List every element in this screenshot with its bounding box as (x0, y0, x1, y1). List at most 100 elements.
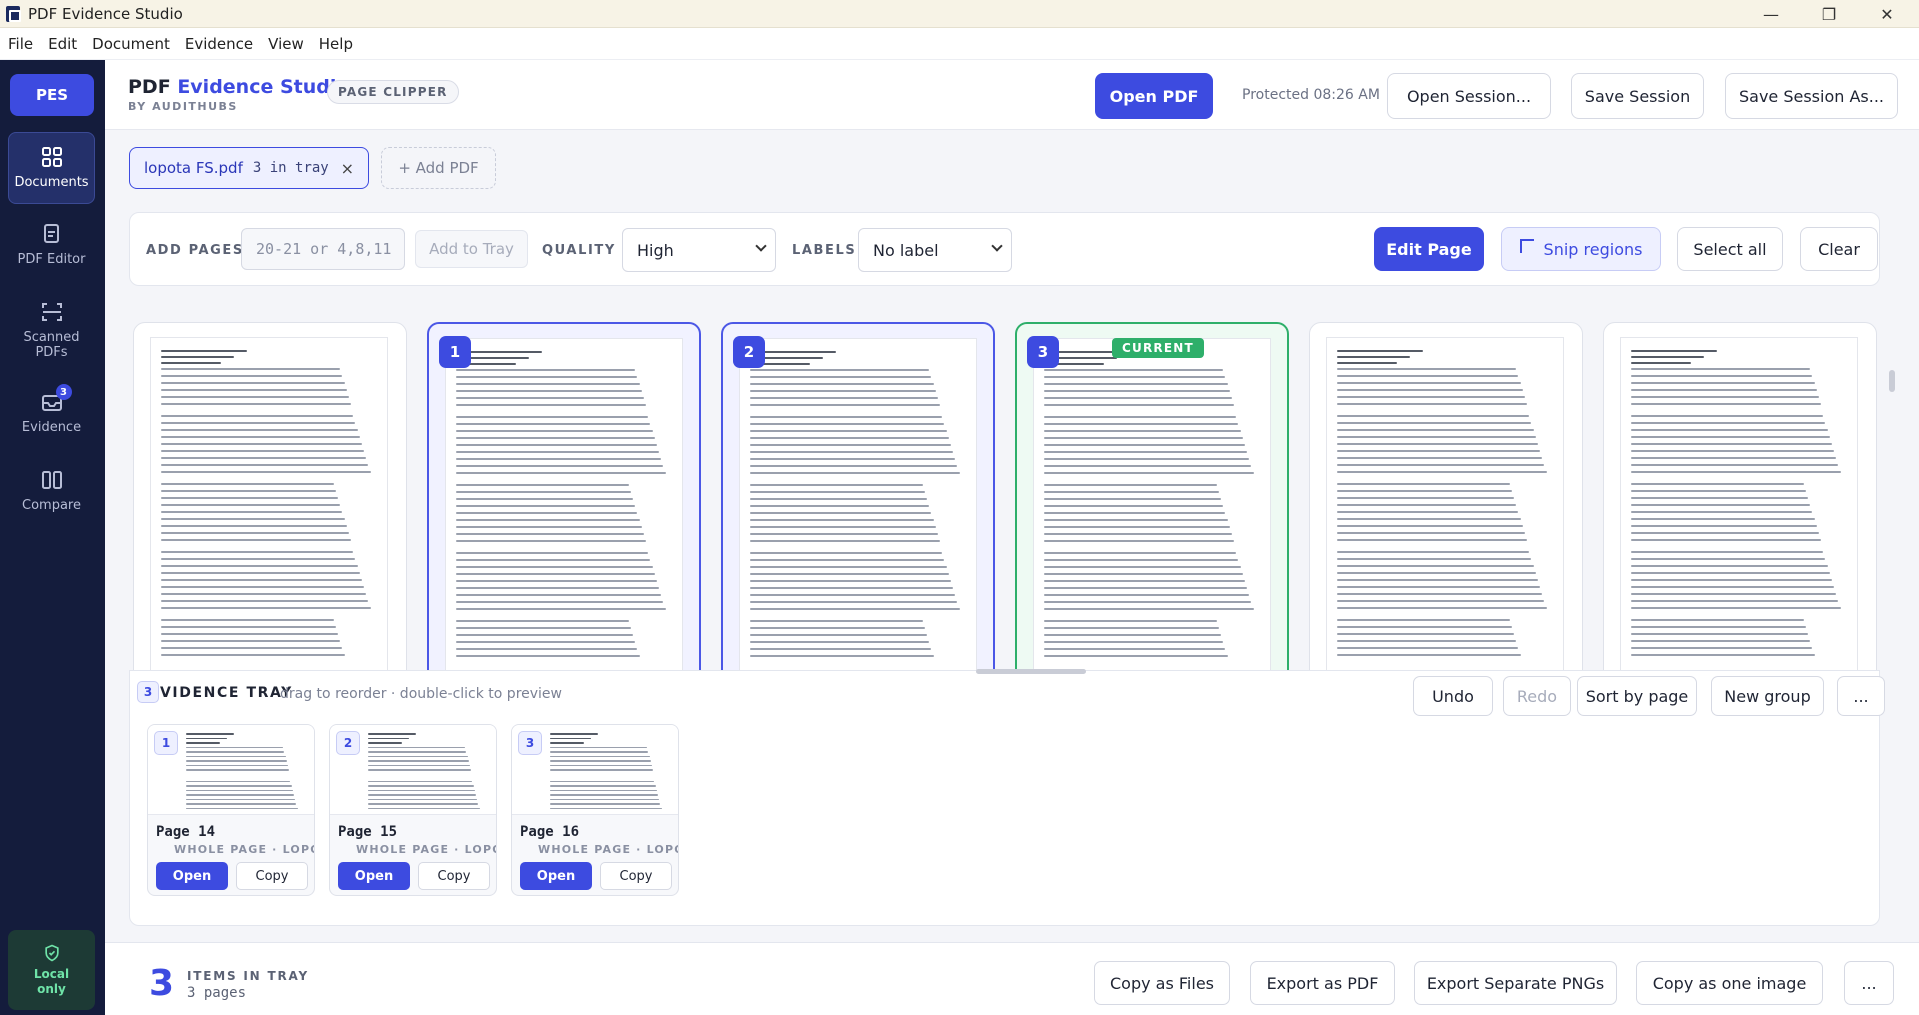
text-line (750, 390, 936, 392)
text-line (750, 451, 954, 453)
scan-icon (40, 300, 64, 324)
sidebar-item-pdf-editor[interactable]: PDF Editor (8, 210, 95, 282)
menu-help[interactable]: Help (319, 35, 353, 53)
labels-select[interactable]: No label (858, 228, 1012, 272)
sidebar-item-compare[interactable]: Compare (8, 456, 95, 528)
text-line (1044, 533, 1232, 535)
text-line (750, 648, 932, 650)
open-pdf-button[interactable]: Open PDF (1095, 73, 1213, 119)
sidebar-item-scanned-pdfs[interactable]: Scanned PDFs (8, 288, 95, 378)
tray-item[interactable]: 2 Page 15 WHOLE PAGE · LOPOTA FS.PDF Ope… (329, 724, 497, 896)
text-line (550, 789, 657, 791)
redo-button[interactable]: Redo (1503, 676, 1571, 716)
tray-item-open-button[interactable]: Open (156, 862, 228, 890)
page-card-selected[interactable]: 1 (427, 322, 701, 670)
page-card[interactable] (133, 322, 407, 670)
page-card[interactable] (1309, 322, 1583, 670)
export-as-pdf-button[interactable]: Export as PDF (1250, 961, 1395, 1005)
text-line (1631, 350, 1718, 352)
text-line (161, 368, 341, 370)
minimize-button[interactable]: — (1742, 0, 1800, 28)
sort-by-page-button[interactable]: Sort by page (1577, 676, 1697, 716)
maximize-button[interactable]: ❐ (1800, 0, 1858, 28)
text-line (1337, 490, 1512, 492)
menu-evidence[interactable]: Evidence (185, 35, 253, 53)
labels-value: No label (873, 240, 939, 260)
text-line (1337, 415, 1530, 417)
copy-as-files-button[interactable]: Copy as Files (1094, 961, 1230, 1005)
tray-item-copy-button[interactable]: Copy (600, 862, 672, 890)
horizontal-scrollbar[interactable] (976, 669, 1086, 674)
page-card-selected[interactable]: 2 (721, 322, 995, 670)
open-session-button[interactable]: Open Session... (1387, 73, 1551, 119)
add-pdf-button[interactable]: + Add PDF (381, 147, 496, 189)
quality-select[interactable]: High (622, 228, 776, 272)
text-line (1337, 368, 1517, 370)
text-line (1044, 620, 1217, 622)
app-logo[interactable]: PES (10, 74, 94, 116)
text-line (161, 396, 349, 398)
page-card[interactable] (1603, 322, 1877, 670)
tray-item-open-button[interactable]: Open (338, 862, 410, 890)
close-window-button[interactable]: ✕ (1858, 0, 1916, 28)
menu-edit[interactable]: Edit (48, 35, 77, 53)
text-line (750, 437, 949, 439)
edit-page-button[interactable]: Edit Page (1374, 227, 1484, 271)
page-card-current[interactable]: 3 CURRENT (1015, 322, 1289, 670)
text-line (1044, 608, 1254, 610)
text-line (1044, 559, 1239, 561)
text-line (456, 451, 660, 453)
vertical-scrollbar[interactable] (1889, 370, 1895, 392)
page-thumbnails-strip[interactable]: 1 2 3 CURRENT (129, 318, 1880, 670)
text-line (550, 755, 650, 757)
close-document-icon[interactable]: × (341, 159, 354, 178)
tray-item-open-button[interactable]: Open (520, 862, 592, 890)
text-line (1044, 458, 1250, 460)
page-thumbnail (1621, 338, 1857, 670)
save-session-button[interactable]: Save Session (1571, 73, 1704, 119)
save-session-as-button[interactable]: Save Session As... (1725, 73, 1898, 119)
pages-input[interactable]: 20-21 or 4,8,11 (241, 228, 405, 270)
text-line (750, 608, 960, 610)
text-line (750, 559, 945, 561)
text-line (368, 751, 467, 753)
sidebar-item-documents[interactable]: Documents (8, 132, 95, 204)
text-line (750, 491, 925, 493)
text-line (368, 733, 416, 735)
document-name: lopota FS.pdf (144, 159, 243, 177)
select-all-button[interactable]: Select all (1677, 227, 1783, 271)
tray-item[interactable]: 1 Page 14 WHOLE PAGE · LOPOTA FS.PDF Ope… (147, 724, 315, 896)
text-line (1337, 457, 1543, 459)
tray-item[interactable]: 3 Page 16 WHOLE PAGE · LOPOTA FS.PDF Ope… (511, 724, 679, 896)
snip-regions-button[interactable]: Snip regions (1501, 227, 1661, 271)
document-chip[interactable]: lopota FS.pdf 3 in tray × (129, 147, 369, 189)
menu-file[interactable]: File (8, 35, 33, 53)
menu-view[interactable]: View (268, 35, 304, 53)
tray-more-button[interactable]: ... (1837, 676, 1885, 716)
sidebar-item-evidence[interactable]: 3 Evidence (8, 378, 95, 450)
text-line (550, 737, 591, 739)
clear-button[interactable]: Clear (1800, 227, 1878, 271)
text-line (1044, 641, 1224, 643)
new-group-button[interactable]: New group (1711, 676, 1824, 716)
text-line (1044, 444, 1245, 446)
footer-more-button[interactable]: ... (1844, 961, 1894, 1005)
tray-item-copy-button[interactable]: Copy (418, 862, 490, 890)
menu-document[interactable]: Document (92, 35, 170, 53)
copy-as-one-image-button[interactable]: Copy as one image (1636, 961, 1823, 1005)
text-line (1044, 587, 1248, 589)
text-line (750, 519, 934, 521)
text-line (1631, 539, 1822, 541)
text-line (1044, 655, 1228, 657)
text-line (161, 654, 345, 656)
text-line (186, 794, 294, 796)
undo-button[interactable]: Undo (1413, 676, 1493, 716)
evidence-tray: 3 VIDENCE TRAY drag to reorder · double-… (129, 670, 1885, 926)
export-pngs-button[interactable]: Export Separate PNGs (1414, 961, 1617, 1005)
add-to-tray-button[interactable]: Add to Tray (415, 230, 528, 268)
text-line (456, 533, 644, 535)
tray-item-copy-button[interactable]: Copy (236, 862, 308, 890)
tray-hint: drag to reorder · double-click to previe… (280, 686, 562, 702)
text-line (1631, 450, 1835, 452)
text-line (456, 566, 653, 568)
